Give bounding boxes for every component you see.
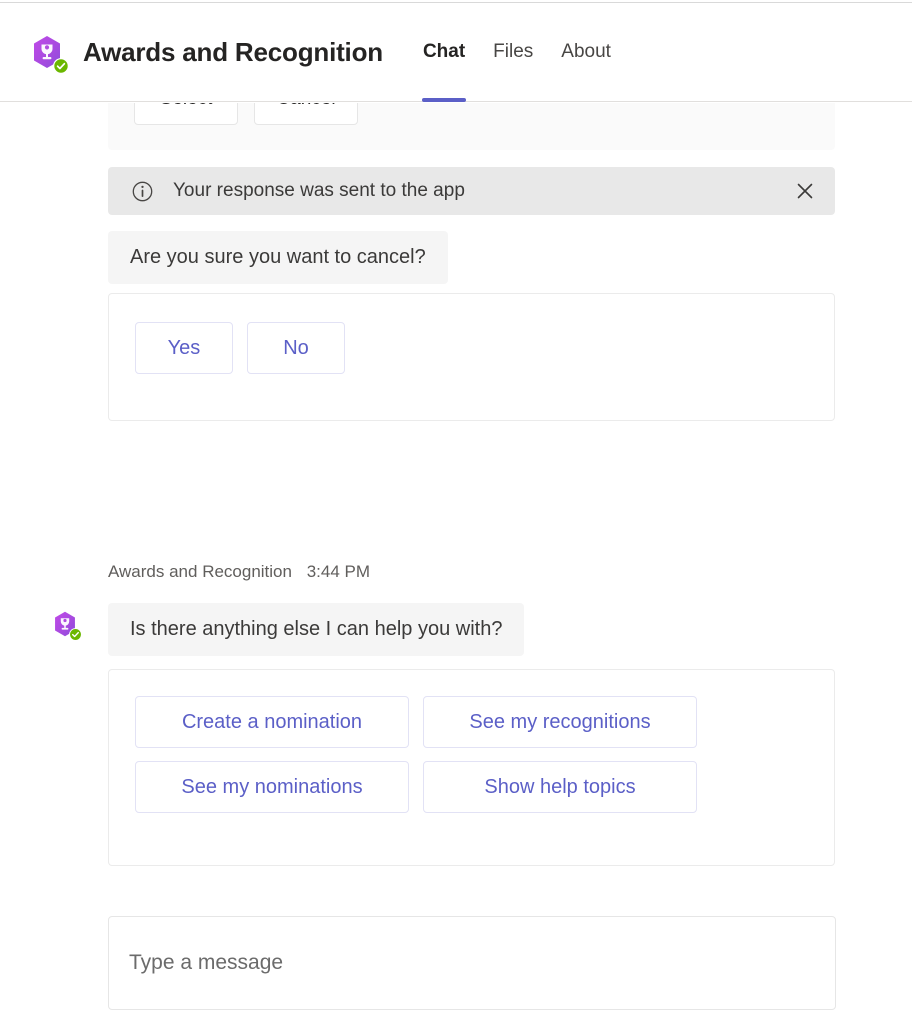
suggested-actions-row-2: See my nominations Show help topics (135, 761, 834, 813)
cancel-button[interactable]: Cancel (254, 103, 358, 125)
show-help-topics-button[interactable]: Show help topics (423, 761, 697, 813)
see-my-nominations-label: See my nominations (181, 775, 363, 798)
info-banner-close-button[interactable] (793, 179, 817, 203)
close-icon (797, 183, 813, 199)
yes-no-adaptive-card: Yes No (108, 293, 835, 421)
cancel-button-label: Cancel (276, 103, 335, 110)
message-timestamp: 3:44 PM (306, 562, 371, 581)
message-input[interactable] (129, 951, 815, 975)
info-banner-text: Your response was sent to the app (173, 180, 465, 201)
create-a-nomination-button[interactable]: Create a nomination (135, 696, 409, 748)
teams-app-window: Awards and Recognition Chat Files About … (0, 0, 912, 1026)
tab-chat-label: Chat (422, 41, 466, 62)
info-circle-icon (132, 181, 153, 201)
see-my-recognitions-label: See my recognitions (469, 710, 651, 733)
no-button-label: No (283, 336, 309, 359)
message-composer[interactable] (108, 916, 836, 1010)
message-meta: Awards and Recognition 3:44 PM (108, 562, 370, 582)
see-my-recognitions-button[interactable]: See my recognitions (423, 696, 697, 748)
yes-button-label: Yes (167, 336, 201, 359)
page-title: Awards and Recognition (83, 36, 383, 67)
presence-available-icon (53, 58, 69, 74)
conversation-panel[interactable]: Select Cancel Your response was sent to … (0, 103, 912, 906)
tab-about-label: About (561, 41, 611, 62)
info-banner: Your response was sent to the app (108, 167, 835, 215)
yes-button[interactable]: Yes (135, 322, 233, 374)
tab-chat[interactable]: Chat (409, 3, 479, 102)
tab-active-indicator (422, 97, 467, 102)
bot-message-row: Is there anything else I can help you wi… (52, 603, 525, 656)
tab-about[interactable]: About (547, 3, 625, 102)
no-button[interactable]: No (247, 322, 345, 374)
bot-message-bubble-cancel-prompt: Are you sure you want to cancel? (108, 231, 448, 284)
bot-message-bubble: Is there anything else I can help you wi… (108, 603, 525, 656)
select-button[interactable]: Select (134, 103, 238, 125)
presence-available-icon (69, 628, 82, 641)
previous-adaptive-card: Select Cancel (108, 103, 835, 150)
app-avatar (30, 35, 69, 74)
message-avatar (52, 611, 82, 641)
app-header: Awards and Recognition Chat Files About (0, 3, 912, 102)
tab-files[interactable]: Files (479, 3, 547, 102)
app-identity: Awards and Recognition (30, 35, 383, 74)
yes-no-button-row: Yes No (135, 322, 834, 374)
suggested-actions-card: Create a nomination See my recognitions … (108, 669, 835, 866)
message-sender-name: Awards and Recognition (108, 562, 292, 581)
select-button-label: Select (160, 103, 213, 110)
show-help-topics-label: Show help topics (484, 775, 636, 798)
see-my-nominations-button[interactable]: See my nominations (135, 761, 409, 813)
tab-files-label: Files (493, 41, 534, 62)
create-a-nomination-label: Create a nomination (181, 710, 363, 733)
suggested-actions-row-1: Create a nomination See my recognitions (135, 696, 834, 748)
tab-strip: Chat Files About (409, 3, 625, 102)
